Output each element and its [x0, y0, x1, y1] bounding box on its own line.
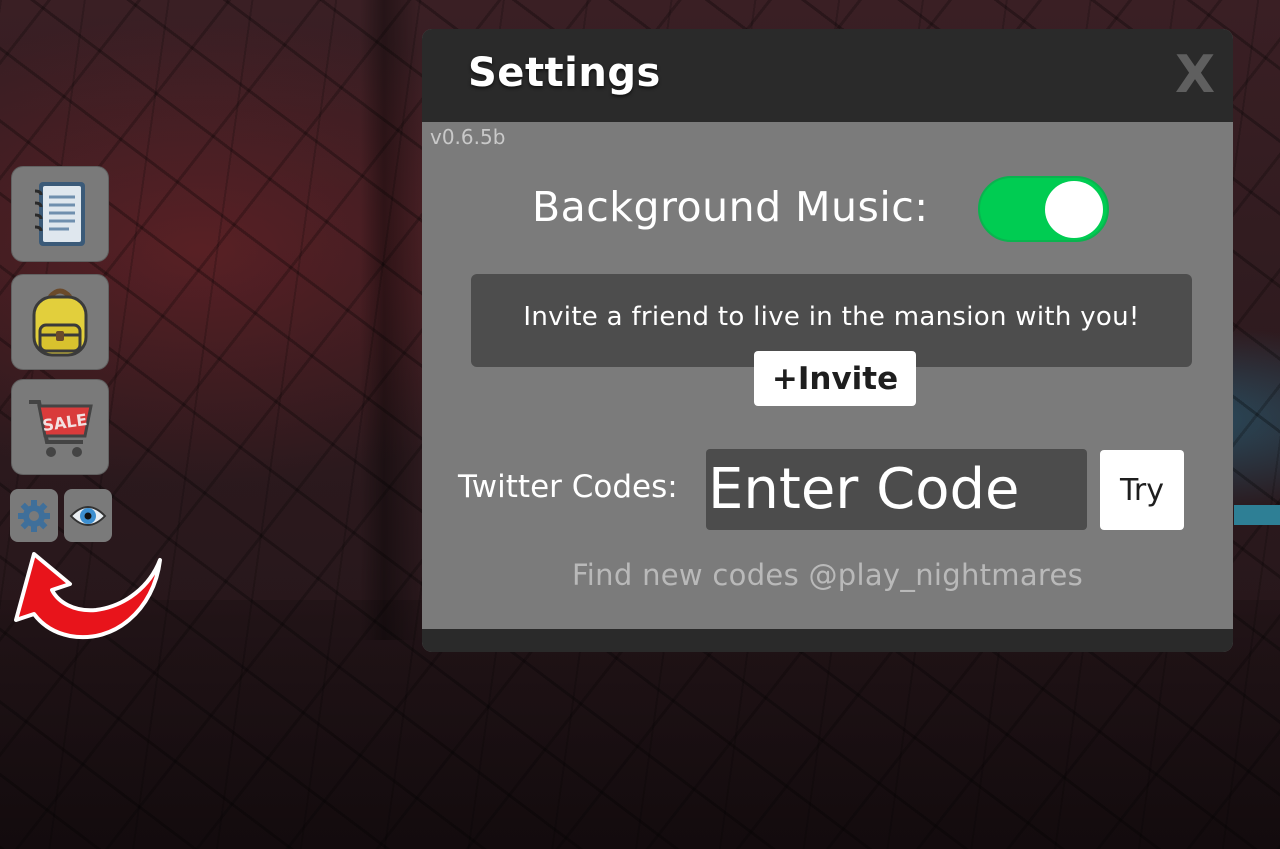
try-button[interactable]: Try: [1100, 450, 1184, 530]
invite-button[interactable]: +Invite: [754, 351, 916, 406]
backpack-button[interactable]: [11, 274, 109, 370]
close-button[interactable]: X: [1170, 49, 1220, 101]
twitter-codes-label: Twitter Codes:: [458, 469, 678, 505]
settings-panel: Settings X v0.6.5b Background Music: Inv…: [422, 29, 1233, 652]
view-button[interactable]: [64, 489, 112, 542]
background-music-toggle[interactable]: [978, 176, 1109, 242]
settings-header: Settings X: [422, 29, 1233, 122]
panel-title: Settings: [468, 50, 661, 96]
background-music-label: Background Music:: [532, 183, 929, 231]
toggle-knob: [1045, 181, 1103, 238]
blue-ledge: [1234, 505, 1280, 525]
notebook-icon: [34, 182, 85, 246]
red-arrow-pointer: [14, 552, 162, 640]
shop-sale-button[interactable]: SALE: [11, 379, 109, 475]
notebook-button[interactable]: [11, 166, 109, 262]
code-input[interactable]: [706, 449, 1087, 530]
backpack-icon: [32, 288, 88, 357]
settings-button[interactable]: [10, 489, 58, 542]
version-label: v0.6.5b: [430, 125, 506, 149]
find-codes-text: Find new codes @play_nightmares: [571, 558, 1084, 592]
eye-icon: [69, 505, 107, 526]
gear-icon: [18, 499, 50, 532]
wall-corner-shadow: [360, 0, 420, 640]
settings-footer: [422, 629, 1233, 652]
sale-cart-icon: SALE: [29, 400, 93, 457]
invite-text: Invite a friend to live in the mansion w…: [523, 302, 1140, 332]
